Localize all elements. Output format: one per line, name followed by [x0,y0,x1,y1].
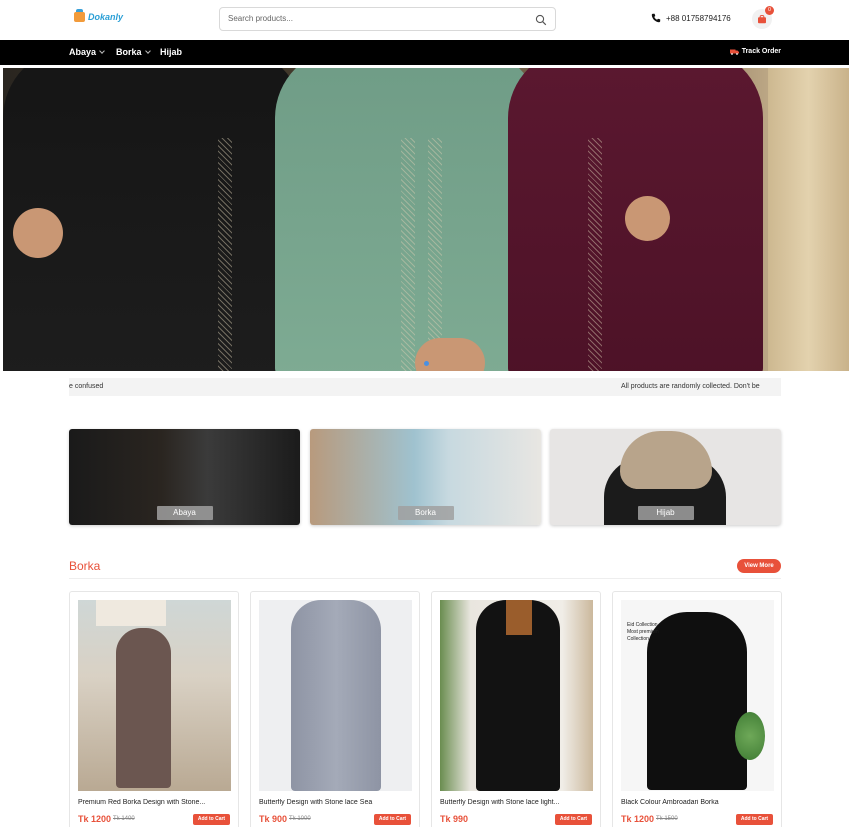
product-old-price: Tk 1400 [113,816,135,822]
phone-icon [651,13,661,23]
site-header: Dokanly +88 01758794176 0 [0,0,849,40]
embroidery-trim [401,138,415,371]
product-dress [116,628,171,788]
marquee-text-left: e confused [69,383,104,390]
product-name[interactable]: Premium Red Borka Design with Stone... [78,799,230,806]
product-name[interactable]: Butterfly Design with Stone lace light..… [440,799,592,806]
hijab-model-scarf [620,431,712,489]
marquee-text-right: All products are randomly collected. Don… [621,383,760,390]
product-card[interactable]: Premium Red Borka Design with Stone... T… [69,591,239,827]
product-price: Tk 1200 [621,814,655,824]
embroidery-trim [218,138,232,371]
phone-contact[interactable]: +88 01758794176 [651,13,731,23]
nav-item-label: Abaya [69,47,97,57]
category-label: Borka [397,506,454,520]
section-divider [69,578,781,579]
add-to-cart-button[interactable]: Add to Cart [193,814,230,825]
hero-hands [415,338,485,371]
product-price: Tk 990 [440,814,469,824]
shopping-bag-icon [758,15,766,24]
store-sign [96,600,166,626]
hero-hands [13,208,63,258]
category-tile-abaya[interactable]: Abaya [69,429,300,525]
cart-button[interactable]: 0 [752,6,774,29]
category-tile-borka[interactable]: Borka [310,429,541,525]
search-icon[interactable] [535,14,547,26]
image-caption: Eid Collection Most premium Collection [627,622,659,642]
product-card[interactable]: Butterfly Design with Stone lace light..… [431,591,601,827]
category-label: Abaya [156,506,213,520]
truck-icon [729,49,739,55]
slider-dot-active[interactable] [424,361,429,366]
product-old-price: Tk 1500 [656,816,678,822]
product-price: Tk 1200 [78,814,112,824]
view-more-button[interactable]: View More [737,559,781,573]
notice-marquee: e confused All products are randomly col… [69,378,781,396]
product-card[interactable]: Eid Collection Most premium Collection Bla… [612,591,782,827]
product-image[interactable] [259,600,412,791]
product-name[interactable]: Black Colour Ambroadari Borka [621,799,773,806]
add-to-cart-button[interactable]: Add to Cart [555,814,592,825]
phone-number: +88 01758794176 [666,13,731,23]
nav-item-label: Hijab [160,47,183,57]
hero-curtain [768,68,849,371]
embroidery-trim [588,138,602,371]
search-bar [219,7,556,31]
track-order-link[interactable]: Track Order [729,48,781,55]
product-image[interactable] [78,600,231,791]
chevron-down-icon [99,47,105,54]
section-title: Borka [69,559,101,573]
category-tile-hijab[interactable]: Hijab [550,429,781,525]
nav-item-abaya[interactable]: Abaya [69,47,105,57]
brand-name: Dokanly [88,12,124,22]
embroidery-trim [428,138,442,371]
hero-hands [625,196,670,241]
product-image[interactable]: Eid Collection Most premium Collection [621,600,774,791]
chevron-down-icon [144,47,151,54]
nav-item-borka[interactable]: Borka [116,47,151,57]
nav-item-label: Borka [116,47,142,57]
main-nav: Abaya Borka Hijab Track Order [0,40,849,65]
product-name[interactable]: Butterfly Design with Stone lace Sea [259,799,411,806]
product-dress [647,612,747,790]
add-to-cart-button[interactable]: Add to Cart [374,814,411,825]
search-input[interactable] [228,14,528,23]
category-label: Hijab [637,506,694,520]
product-card[interactable]: Butterfly Design with Stone lace Sea Tk … [250,591,420,827]
store-icon [74,9,85,22]
product-scarf [506,600,532,635]
nav-item-hijab[interactable]: Hijab [160,47,182,57]
product-old-price: Tk 1000 [289,816,311,822]
cart-count-badge: 0 [765,6,774,15]
product-price: Tk 900 [259,814,288,824]
hero-banner[interactable] [3,68,849,371]
decor-plant [735,712,765,760]
add-to-cart-button[interactable]: Add to Cart [736,814,773,825]
track-order-label: Track Order [741,48,781,55]
brand-logo[interactable]: Dokanly [74,9,124,22]
product-image[interactable] [440,600,593,791]
product-dress [291,600,381,791]
